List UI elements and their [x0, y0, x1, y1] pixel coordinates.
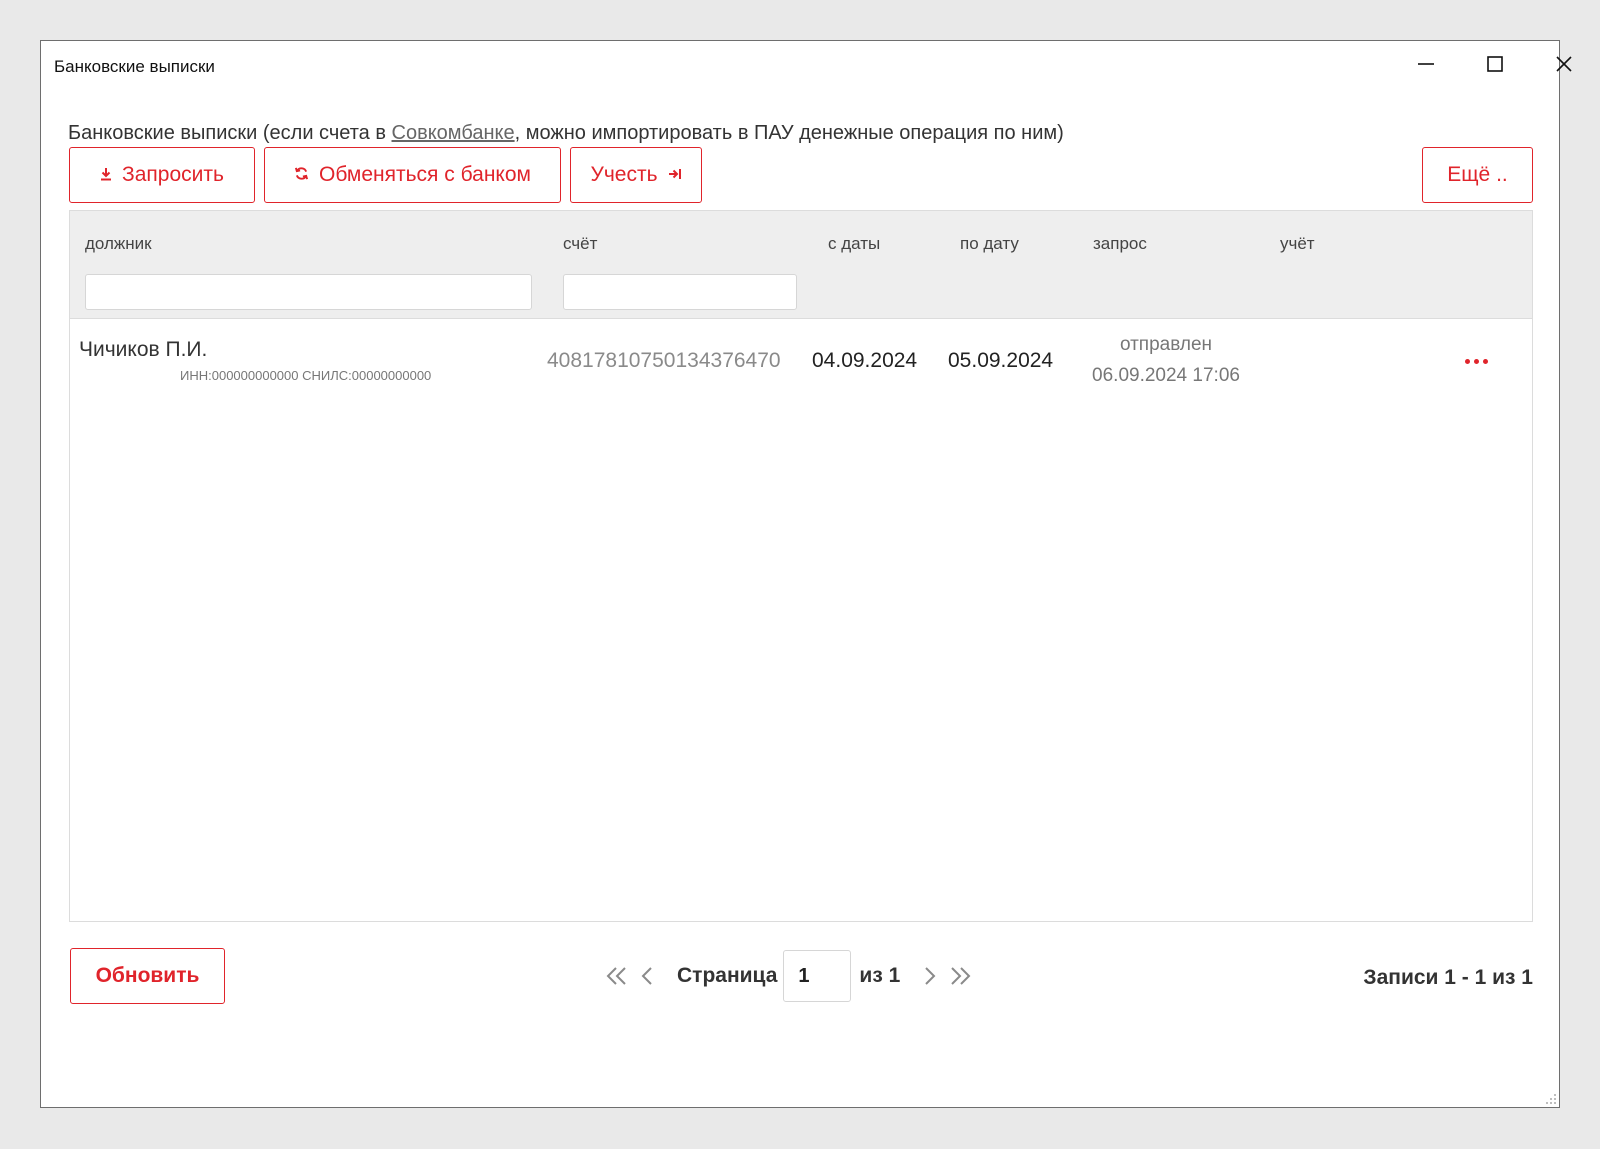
account-label: Учесть [590, 163, 658, 186]
close-button[interactable] [1538, 47, 1590, 81]
title-bar: Банковские выписки [41, 41, 1572, 87]
debtor-filter-input[interactable] [85, 274, 532, 310]
account-number: 40817810750134376470 [547, 349, 781, 372]
debtor-ids: ИНН:000000000000 СНИЛС:00000000000 [180, 368, 432, 383]
more-label: Ещё .. [1447, 163, 1508, 186]
prev-page-icon[interactable] [635, 965, 661, 987]
download-icon [100, 167, 112, 184]
debtor-name: Чичиков П.И. [79, 338, 208, 361]
request-time: 06.09.2024 17:06 [1092, 365, 1240, 386]
exchange-label: Обменяться с банком [319, 163, 531, 186]
page-label: Страница [677, 964, 778, 987]
resize-grip-icon[interactable] [1543, 1091, 1557, 1105]
more-button[interactable]: Ещё .. [1422, 147, 1533, 203]
account-filter-input[interactable] [563, 274, 797, 310]
column-header-date-from[interactable]: с даты [828, 234, 880, 254]
maximize-button[interactable] [1469, 47, 1521, 81]
table-row[interactable]: Чичиков П.И. ИНН:000000000000 СНИЛС:0000… [70, 320, 1532, 408]
pagination: Страница из 1 [601, 948, 976, 1004]
arrow-right-bar-icon [668, 168, 682, 183]
next-page-icon[interactable] [916, 965, 942, 987]
sync-icon [294, 166, 309, 184]
grid-header: должник счёт с даты по дату запрос учёт [70, 211, 1532, 319]
request-status: отправлен [1119, 334, 1213, 355]
statements-grid: должник счёт с даты по дату запрос учёт … [69, 210, 1533, 922]
refresh-label: Обновить [95, 964, 200, 987]
refresh-button[interactable]: Обновить [70, 948, 225, 1004]
description-suffix: , можно импортировать в ПАУ денежные опе… [514, 122, 1064, 144]
column-header-date-to[interactable]: по дату [960, 234, 1019, 254]
column-header-debtor[interactable]: должник [85, 234, 152, 254]
row-more-menu-icon[interactable] [1458, 348, 1494, 374]
records-count: Записи 1 - 1 из 1 [1363, 966, 1533, 989]
minimize-button[interactable] [1400, 47, 1452, 81]
account-button[interactable]: Учесть [570, 147, 702, 203]
bank-statements-window: Банковские выписки Банковские выписки (е… [40, 40, 1572, 1108]
request-button[interactable]: Запросить [69, 147, 255, 203]
last-page-icon[interactable] [942, 965, 976, 987]
date-from: 04.09.2024 [812, 349, 918, 372]
minimize-icon [1418, 63, 1434, 65]
window-title: Банковские выписки [54, 57, 215, 76]
first-page-icon[interactable] [601, 965, 635, 987]
request-label: Запросить [122, 163, 224, 186]
sovcombank-link[interactable]: Совкомбанке [392, 122, 515, 144]
column-header-request[interactable]: запрос [1093, 234, 1147, 254]
description-prefix: Банковские выписки (если счета в [68, 122, 392, 144]
column-header-account[interactable]: счёт [563, 234, 597, 254]
close-icon [1556, 56, 1572, 72]
maximize-icon [1487, 56, 1503, 72]
page-number-input[interactable] [783, 950, 852, 1002]
page-total: из 1 [859, 964, 901, 987]
column-header-accounting[interactable]: учёт [1280, 234, 1315, 254]
date-to: 05.09.2024 [948, 349, 1054, 372]
description-text: Банковские выписки (если счета в Совкомб… [68, 122, 1064, 145]
exchange-with-bank-button[interactable]: Обменяться с банком [264, 147, 561, 203]
